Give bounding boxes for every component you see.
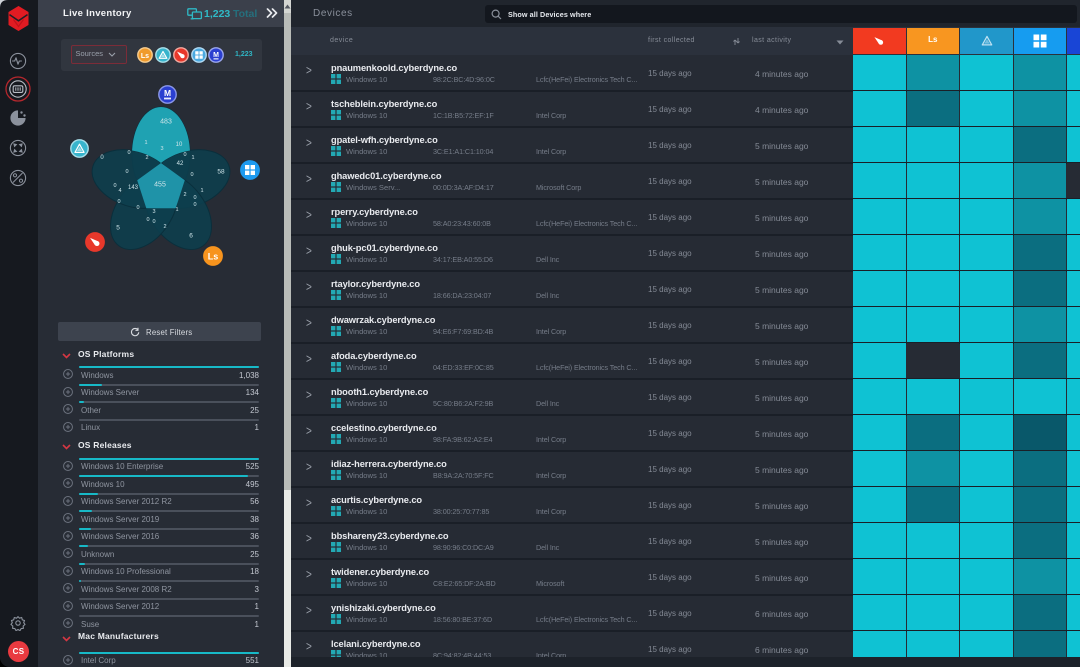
svg-text:455: 455 (154, 181, 166, 188)
svg-text:0: 0 (136, 205, 139, 211)
svg-text:0: 0 (193, 195, 196, 201)
svg-text:6: 6 (189, 232, 193, 239)
svg-text:M: M (213, 52, 219, 59)
svg-text:M: M (163, 88, 170, 98)
svg-text:3: 3 (160, 146, 163, 152)
svg-text:0: 0 (190, 172, 193, 178)
svg-text:42: 42 (177, 161, 184, 167)
svg-text:1: 1 (191, 155, 194, 161)
svg-text:1: 1 (200, 188, 203, 194)
svg-text:0: 0 (125, 169, 128, 175)
svg-text:2: 2 (145, 155, 148, 161)
svg-text:0: 0 (183, 152, 186, 158)
svg-text:0: 0 (193, 202, 196, 208)
svg-text:10: 10 (176, 142, 183, 148)
svg-text:5: 5 (116, 224, 120, 231)
svg-text:1: 1 (175, 207, 178, 213)
svg-text:0: 0 (152, 219, 155, 225)
svg-text:483: 483 (160, 118, 172, 125)
svg-text:2: 2 (163, 224, 166, 230)
svg-text:Ls: Ls (141, 53, 149, 60)
svg-text:0: 0 (127, 150, 130, 156)
svg-text:3: 3 (152, 209, 155, 215)
svg-text:0: 0 (146, 217, 149, 223)
svg-text:1: 1 (144, 140, 147, 146)
svg-text:4: 4 (118, 188, 121, 194)
svg-text:58: 58 (217, 168, 225, 175)
svg-text:143: 143 (128, 185, 139, 191)
svg-text:2: 2 (183, 192, 186, 198)
svg-text:0: 0 (113, 183, 116, 189)
svg-text:Ls: Ls (208, 251, 219, 261)
svg-text:0: 0 (117, 199, 120, 205)
